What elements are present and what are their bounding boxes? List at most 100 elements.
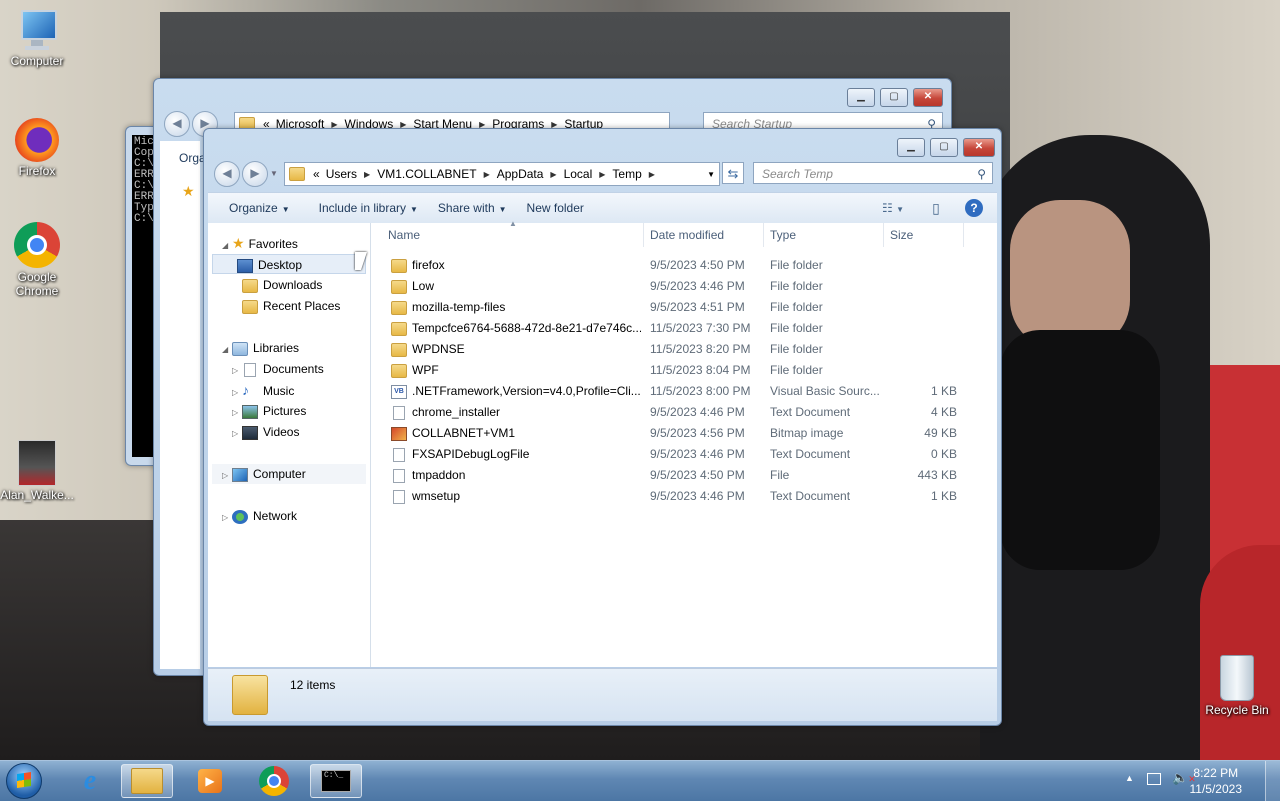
nav-documents[interactable]: ▷ Documents [232, 359, 324, 379]
nav-pictures[interactable]: ▷ Pictures [232, 401, 306, 421]
item-count: 12 items [290, 678, 336, 692]
file-row[interactable]: FXSAPIDebugLogFile 9/5/2023 4:46 PM Text D… [371, 444, 961, 465]
collapse-arrow-icon[interactable]: ▷ [222, 466, 232, 486]
file-row[interactable]: wmsetup 9/5/2023 4:46 PM Text Document 1 KB [371, 486, 961, 507]
file-name-text: FXSAPIDebugLogFile [412, 447, 530, 461]
desktop-icon-firefox[interactable]: Firefox [0, 118, 74, 178]
address-bar[interactable]: « Users ▶ VM1.COLLABNET ▶ AppData ▶ Local ▶ … [284, 162, 720, 186]
chevron-down-icon: ▼ [410, 205, 418, 214]
file-row[interactable]: chrome_installer 9/5/2023 4:46 PM Text Doc… [371, 402, 961, 423]
column-header-type[interactable]: Type [764, 223, 884, 247]
organize-menu[interactable]: Organize ▼ [208, 201, 302, 215]
minimize-button[interactable]: ▁ [897, 138, 925, 157]
taskbar-media-player[interactable]: ▶ [184, 764, 236, 798]
minimize-button[interactable]: ▁ [847, 88, 875, 107]
nav-videos[interactable]: ▷ Videos [232, 422, 299, 442]
back-button[interactable]: ◀ [164, 111, 190, 137]
expand-arrow-icon[interactable]: ◢ [222, 236, 232, 256]
recent-pages-dropdown-icon[interactable]: ▼ [270, 169, 278, 178]
folder-icon [391, 363, 407, 378]
organize-menu[interactable]: Orga [179, 151, 206, 165]
nav-desktop[interactable]: Desktop [212, 254, 366, 274]
start-button[interactable] [6, 763, 42, 799]
collapse-arrow-icon[interactable]: ▷ [232, 383, 242, 403]
nav-label: Pictures [263, 404, 307, 418]
new-folder-button[interactable]: New folder [519, 201, 596, 215]
file-date: 11/5/2023 8:04 PM [650, 363, 751, 377]
back-window-body: Orga ★ [160, 141, 206, 669]
nav-recent-places[interactable]: Recent Places [242, 296, 340, 316]
star-icon: ★ [232, 235, 245, 251]
desktop-icon-recycle-bin[interactable]: Recycle Bin [1200, 655, 1274, 717]
file-row[interactable]: COLLABNET+VM1 9/5/2023 4:56 PM Bitmap imag… [371, 423, 961, 444]
forward-button[interactable]: ▶ [242, 161, 268, 187]
taskbar-internet-explorer[interactable]: e [64, 764, 116, 798]
share-with-menu[interactable]: Share with ▼ [430, 201, 519, 215]
nav-computer[interactable]: ▷ Computer [212, 464, 366, 484]
nav-libraries[interactable]: ◢ Libraries [222, 338, 299, 358]
file-date: 9/5/2023 4:46 PM [650, 279, 745, 293]
collapse-arrow-icon[interactable]: ▷ [232, 403, 242, 423]
file-row[interactable]: WPDNSE 11/5/2023 8:20 PM File folder [371, 339, 961, 360]
show-hidden-icons-button[interactable]: ▲ [1125, 773, 1134, 783]
desktop-icon-alan-walker[interactable]: Alan_Walke... [0, 440, 74, 502]
close-button[interactable]: ✕ [963, 138, 995, 157]
file-name-text: WPF [412, 363, 439, 377]
desktop-icon-computer[interactable]: Computer [0, 8, 74, 68]
clock-date: 11/5/2023 [1189, 782, 1243, 796]
temp-explorer-window[interactable]: ▁ ▢ ✕ ◀ ▶ ▼ « Users ▶ VM1.COLLABNET ▶ AppD… [203, 128, 1002, 726]
file-row[interactable]: Low 9/5/2023 4:46 PM File folder [371, 276, 961, 297]
taskbar-command-prompt[interactable]: C:\_ [310, 764, 362, 798]
file-row[interactable]: Tempcfce6764-5688-472d-8e21-d7e746c... 11… [371, 318, 961, 339]
file-row[interactable]: mozilla-temp-files 9/5/2023 4:51 PM File f… [371, 297, 961, 318]
collapse-arrow-icon[interactable]: ▷ [232, 424, 242, 444]
nav-music[interactable]: ▷ ♪ Music [232, 380, 294, 400]
file-date: 9/5/2023 4:46 PM [650, 447, 745, 461]
text-document-icon [393, 447, 405, 462]
search-input[interactable]: Search Temp ⚲ [753, 162, 993, 184]
preview-pane-button[interactable]: ▯ [921, 200, 951, 217]
maximize-button[interactable]: ▢ [880, 88, 908, 107]
taskbar-windows-explorer[interactable] [121, 764, 173, 798]
nav-label: Network [253, 509, 298, 523]
file-type: File folder [770, 342, 823, 356]
breadcrumb-item[interactable]: VM1.COLLABNET [374, 167, 479, 181]
refresh-button[interactable]: ⇆ [722, 162, 744, 184]
nav-network[interactable]: ▷ Network [222, 506, 297, 526]
back-button[interactable]: ◀ [214, 161, 240, 187]
file-row[interactable]: firefox 9/5/2023 4:50 PM File folder [371, 255, 961, 276]
breadcrumb-item[interactable]: Temp [609, 167, 644, 181]
help-button[interactable]: ? [965, 199, 983, 217]
show-desktop-button[interactable] [1265, 761, 1280, 801]
file-type: File folder [770, 258, 823, 272]
breadcrumb-item[interactable]: Local [561, 167, 596, 181]
firefox-icon [15, 118, 59, 162]
column-header-date-modified[interactable]: Date modified [644, 223, 764, 247]
file-type: Text Document [770, 405, 851, 419]
nav-favorites[interactable]: ◢ ★ Favorites [222, 233, 298, 253]
file-row[interactable]: VB .NETFramework,Version=v4.0,Profile=Cli… [371, 381, 961, 402]
network-status-icon[interactable] [1147, 773, 1161, 785]
maximize-button[interactable]: ▢ [930, 138, 958, 157]
breadcrumb-item[interactable]: Users [323, 167, 360, 181]
collapse-arrow-icon[interactable]: ▷ [222, 508, 232, 528]
nav-downloads[interactable]: Downloads [242, 275, 322, 295]
breadcrumb-item[interactable]: AppData [494, 167, 547, 181]
expand-arrow-icon[interactable]: ◢ [222, 340, 232, 360]
file-size: 443 KB [917, 468, 957, 482]
close-button[interactable]: ✕ [913, 88, 943, 107]
system-clock[interactable]: 8:22 PM 11/5/2023 [1190, 765, 1243, 797]
text-document-icon [393, 489, 405, 504]
change-view-button[interactable]: ☷ ▼ [873, 201, 913, 215]
folder-icon [391, 321, 407, 336]
collapse-arrow-icon[interactable]: ▷ [232, 361, 242, 381]
taskbar-google-chrome[interactable] [248, 764, 300, 798]
column-header-size[interactable]: Size [884, 223, 964, 247]
column-header-name[interactable]: Name [382, 223, 644, 247]
include-in-library-menu[interactable]: Include in library ▼ [302, 201, 430, 215]
address-dropdown-icon[interactable]: ▼ [704, 170, 719, 179]
nav-label: Recent Places [263, 299, 341, 313]
file-row[interactable]: WPF 11/5/2023 8:04 PM File folder [371, 360, 961, 381]
desktop-icon-google-chrome[interactable]: Google Chrome [0, 222, 74, 298]
file-row[interactable]: tmpaddon 9/5/2023 4:50 PM File 443 KB [371, 465, 961, 486]
